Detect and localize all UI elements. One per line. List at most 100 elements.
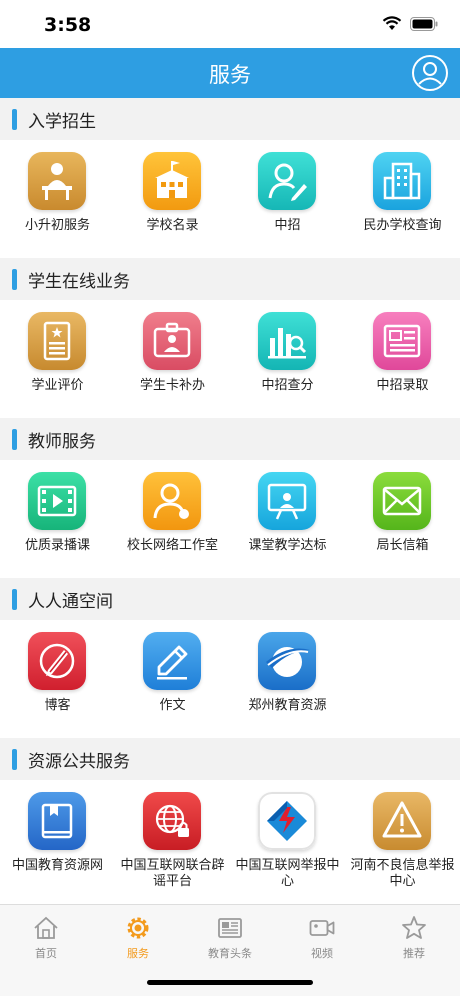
section-grid-teacher-services: 优质录播课 校长网络工作室 课堂教学达标 局长信箱 bbox=[0, 460, 460, 578]
service-label: 学业评价 bbox=[31, 378, 84, 393]
status-time: 3:58 bbox=[44, 14, 92, 36]
section-grid-enrollment: 小升初服务 学校名录 中招 民办学校查询 bbox=[0, 140, 460, 258]
page-title: 服务 bbox=[209, 63, 251, 87]
globe-swoosh-icon bbox=[258, 632, 316, 690]
service-label: 优质录播课 bbox=[24, 538, 90, 553]
person-silhouette-icon bbox=[143, 472, 201, 530]
service-item-composition[interactable]: 作文 bbox=[115, 620, 230, 738]
pen-circle-icon bbox=[28, 632, 86, 690]
service-label: 校长网络工作室 bbox=[126, 538, 218, 553]
section-title: 学生在线业务 bbox=[28, 272, 130, 292]
service-item-internet-report-center[interactable]: 中国互联网举报中心 bbox=[230, 780, 345, 898]
chart-search-icon bbox=[258, 312, 316, 370]
section-accent-bar bbox=[12, 109, 17, 130]
service-item-primary-to-middle[interactable]: 小升初服务 bbox=[0, 140, 115, 258]
document-list-icon bbox=[373, 312, 431, 370]
id-card-icon bbox=[143, 312, 201, 370]
office-building-icon bbox=[373, 152, 431, 210]
section-header-student-online: 学生在线业务 bbox=[0, 258, 460, 300]
service-item-china-education-resource-net[interactable]: 中国教育资源网 bbox=[0, 780, 115, 898]
tab-label: 服务 bbox=[127, 947, 149, 960]
service-label: 中国教育资源网 bbox=[11, 858, 103, 873]
service-item-private-school-query[interactable]: 民办学校查询 bbox=[345, 140, 460, 258]
section-grid-student-online: 学业评价 学生卡补办 中招查分 中招录取 bbox=[0, 300, 460, 418]
service-label: 局长信箱 bbox=[376, 538, 429, 553]
section-accent-bar bbox=[12, 589, 17, 610]
service-label: 中招查分 bbox=[261, 378, 314, 393]
gear-icon bbox=[127, 917, 149, 939]
section-grid-personal-space: 博客 作文 郑州教育资源 bbox=[0, 620, 460, 738]
section-accent-bar bbox=[12, 429, 17, 450]
service-label: 中招录取 bbox=[376, 378, 429, 393]
tab-education-headlines[interactable]: 教育头条 bbox=[184, 915, 276, 965]
tab-services[interactable]: 服务 bbox=[92, 915, 184, 965]
service-item-admission-results[interactable]: 中招录取 bbox=[345, 300, 460, 418]
presentation-board-icon bbox=[258, 472, 316, 530]
tab-label: 视频 bbox=[311, 947, 333, 960]
service-item-henan-harmful-info-report[interactable]: 河南不良信息举报中心 bbox=[345, 780, 460, 898]
book-icon bbox=[28, 792, 86, 850]
video-icon bbox=[309, 920, 335, 936]
person-edit-icon bbox=[258, 152, 316, 210]
home-icon bbox=[34, 916, 58, 939]
report-star-icon bbox=[28, 312, 86, 370]
service-item-zhengzhou-education-resources[interactable]: 郑州教育资源 bbox=[230, 620, 345, 738]
star-icon bbox=[402, 916, 426, 939]
envelope-icon bbox=[373, 472, 431, 530]
service-label: 博客 bbox=[44, 698, 71, 713]
service-label: 中国互联网举报中心 bbox=[235, 858, 340, 889]
nav-bar: 服务 bbox=[0, 48, 460, 98]
report-logo-icon bbox=[258, 792, 316, 850]
user-profile-icon[interactable] bbox=[410, 53, 450, 93]
service-label: 课堂教学达标 bbox=[248, 538, 327, 553]
service-item-high-school-enrollment[interactable]: 中招 bbox=[230, 140, 345, 258]
section-title: 教师服务 bbox=[28, 432, 96, 452]
service-item-school-directory[interactable]: 学校名录 bbox=[115, 140, 230, 258]
service-item-principal-studio[interactable]: 校长网络工作室 bbox=[115, 460, 230, 578]
service-item-quality-recorded-lessons[interactable]: 优质录播课 bbox=[0, 460, 115, 578]
wifi-icon bbox=[382, 16, 402, 30]
section-accent-bar bbox=[12, 269, 17, 290]
service-item-classroom-teaching-standard[interactable]: 课堂教学达标 bbox=[230, 460, 345, 578]
section-title: 资源公共服务 bbox=[28, 752, 130, 772]
service-item-score-query[interactable]: 中招查分 bbox=[230, 300, 345, 418]
service-label: 学生卡补办 bbox=[139, 378, 205, 393]
section-header-teacher-services: 教师服务 bbox=[0, 418, 460, 460]
tab-label: 首页 bbox=[35, 947, 57, 960]
warning-triangle-icon bbox=[373, 792, 431, 850]
home-indicator bbox=[147, 980, 313, 985]
service-item-rumor-refutation-platform[interactable]: 中国互联网联合辟谣平台 bbox=[115, 780, 230, 898]
service-item-blog[interactable]: 博客 bbox=[0, 620, 115, 738]
status-icons bbox=[382, 16, 438, 31]
section-title: 入学招生 bbox=[28, 112, 96, 132]
globe-lock-icon bbox=[143, 792, 201, 850]
service-label: 作文 bbox=[159, 698, 186, 713]
pencil-icon bbox=[143, 632, 201, 690]
newspaper-icon bbox=[218, 918, 242, 938]
service-label: 小升初服务 bbox=[24, 218, 90, 233]
service-item-student-card-reissue[interactable]: 学生卡补办 bbox=[115, 300, 230, 418]
student-desk-icon bbox=[28, 152, 86, 210]
service-item-academic-evaluation[interactable]: 学业评价 bbox=[0, 300, 115, 418]
section-header-personal-space: 人人通空间 bbox=[0, 578, 460, 620]
school-building-icon bbox=[143, 152, 201, 210]
section-grid-public-resources: 中国教育资源网 中国互联网联合辟谣平台 中国互联网举报中心 河南不良信息举报中心 bbox=[0, 780, 460, 904]
section-header-public-resources: 资源公共服务 bbox=[0, 738, 460, 780]
film-play-icon bbox=[28, 472, 86, 530]
tab-video[interactable]: 视频 bbox=[276, 915, 368, 965]
service-label: 中招 bbox=[274, 218, 301, 233]
service-label: 河南不良信息举报中心 bbox=[350, 858, 455, 889]
service-label: 中国互联网联合辟谣平台 bbox=[120, 858, 225, 889]
status-bar: 3:58 bbox=[0, 0, 460, 48]
section-header-enrollment: 入学招生 bbox=[0, 98, 460, 140]
service-label: 郑州教育资源 bbox=[248, 698, 327, 713]
tab-label: 教育头条 bbox=[208, 947, 252, 960]
service-item-director-mailbox[interactable]: 局长信箱 bbox=[345, 460, 460, 578]
service-label: 民办学校查询 bbox=[363, 218, 442, 233]
tab-recommended[interactable]: 推荐 bbox=[368, 915, 460, 965]
section-title: 人人通空间 bbox=[28, 592, 113, 612]
service-label: 学校名录 bbox=[146, 218, 199, 233]
tab-home[interactable]: 首页 bbox=[0, 915, 92, 965]
tab-label: 推荐 bbox=[403, 947, 425, 960]
section-accent-bar bbox=[12, 749, 17, 770]
